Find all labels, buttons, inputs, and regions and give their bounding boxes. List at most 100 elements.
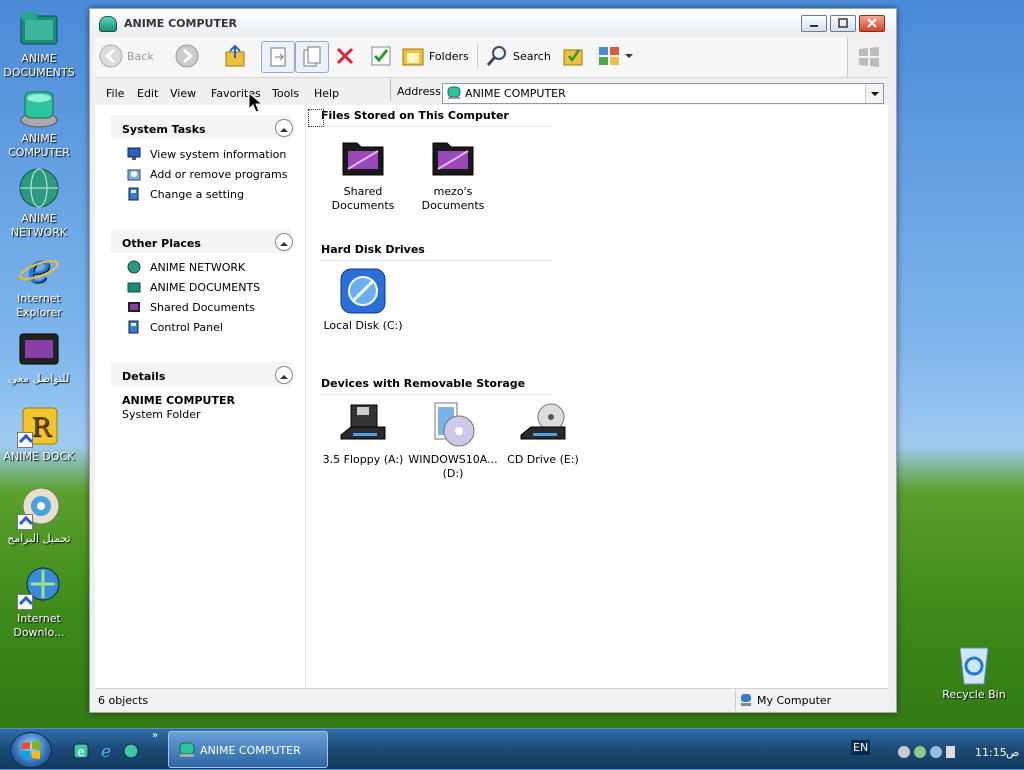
- system-tasks-header[interactable]: System Tasks: [111, 115, 293, 139]
- clock-time[interactable]: 11:15: [975, 746, 1007, 759]
- item-floppy-a[interactable]: 3.5 Floppy (A:): [318, 401, 408, 467]
- menu-view[interactable]: View: [170, 87, 196, 100]
- item-cd-drive-e[interactable]: CD Drive (E:): [498, 401, 588, 467]
- delete-button[interactable]: [333, 41, 361, 71]
- properties-button[interactable]: [369, 41, 397, 71]
- content-pane: Files Stored on This Computer Shared Doc…: [305, 105, 888, 688]
- collapse-chevron-icon[interactable]: [275, 119, 293, 137]
- menu-help[interactable]: Help: [314, 87, 339, 100]
- window-title: ANIME COMPUTER: [124, 17, 237, 30]
- windows-logo: [847, 37, 890, 77]
- status-bar: 6 objects My Computer: [95, 688, 889, 711]
- language-indicator[interactable]: EN: [851, 740, 871, 755]
- installer-cd-icon: [429, 401, 477, 449]
- collapse-chevron-icon[interactable]: [275, 366, 293, 384]
- item-dvd-d[interactable]: WINDOWS10A... (D:): [408, 401, 498, 481]
- address-bar[interactable]: ANIME COMPUTER: [442, 83, 884, 104]
- address-value: ANIME COMPUTER: [465, 87, 566, 100]
- menu-edit[interactable]: Edit: [137, 87, 158, 100]
- details-title: Details: [122, 370, 166, 383]
- mouse-cursor-icon: [248, 92, 264, 113]
- desktop-icon-recycle-bin[interactable]: Recycle Bin: [936, 642, 1012, 702]
- maximize-button[interactable]: [830, 15, 856, 32]
- desktop-icon-anime-documents[interactable]: ANIME DOCUMENTS: [1, 6, 77, 80]
- quicklaunch-app-icon[interactable]: e: [72, 742, 90, 760]
- status-separator: [735, 689, 736, 711]
- search-button[interactable]: Search: [485, 41, 551, 71]
- folders-button[interactable]: Folders: [401, 41, 469, 71]
- computer-icon: [179, 742, 195, 757]
- move-to-icon: [266, 45, 290, 69]
- taskbar: e e » ANIME COMPUTER EN 11:15 ص: [0, 728, 1024, 769]
- desktop-icon-label: ANIME DOCUMENTS: [3, 52, 75, 79]
- desktop-icon-anime-computer[interactable]: ANIME COMPUTER: [1, 86, 77, 160]
- back-label: Back: [127, 49, 154, 63]
- folders-icon: [401, 44, 425, 68]
- place-control-panel[interactable]: Control Panel: [127, 320, 223, 334]
- collapse-chevron-icon[interactable]: [275, 233, 293, 251]
- desktop-icon-internet-explorer[interactable]: e Internet Explorer: [1, 246, 77, 320]
- task-change-setting[interactable]: Change a setting: [127, 187, 244, 201]
- minimize-button[interactable]: [801, 15, 827, 32]
- internet-explorer-icon: e: [17, 246, 61, 292]
- desktop-icon-contact[interactable]: للتواصل معي: [1, 326, 77, 386]
- globe-icon: [127, 260, 141, 274]
- forward-button[interactable]: [175, 41, 203, 71]
- toolbar-separator: [477, 43, 478, 69]
- control-panel-icon: [128, 320, 139, 334]
- desktop-icon-label: Internet Downlo...: [13, 612, 65, 639]
- details-header[interactable]: Details: [111, 362, 293, 386]
- system-tray-icons[interactable]: [896, 743, 956, 761]
- folders-label: Folders: [429, 49, 469, 63]
- address-dropdown-button[interactable]: [865, 84, 883, 103]
- cd-drive-icon: [519, 401, 567, 449]
- close-button[interactable]: [859, 15, 885, 32]
- copy-to-icon: [300, 45, 324, 69]
- taskbar-button-label: ANIME COMPUTER: [200, 744, 301, 757]
- item-local-disk-c[interactable]: Local Disk (C:): [318, 267, 408, 333]
- folder-options-button[interactable]: [561, 41, 589, 71]
- details-type: System Folder: [122, 408, 201, 421]
- item-shared-documents[interactable]: Shared Documents: [318, 133, 408, 213]
- copy-to-button[interactable]: [295, 41, 329, 73]
- svg-text:e: e: [101, 742, 111, 760]
- desktop-icon-label: ANIME DOCK: [3, 450, 75, 463]
- quicklaunch-network-icon[interactable]: [122, 742, 140, 760]
- up-folder-button[interactable]: [223, 41, 251, 71]
- hard-disk-icon: [339, 267, 387, 315]
- dark-folder-icon: [128, 302, 140, 312]
- place-anime-network[interactable]: ANIME NETWORK: [127, 260, 245, 274]
- clock-ampm: ص: [1006, 746, 1020, 759]
- desktop-icon-internet-download[interactable]: Internet Downlo...: [1, 566, 77, 640]
- item-mezos-documents[interactable]: mezo's Documents: [408, 133, 498, 213]
- start-button[interactable]: [10, 732, 52, 768]
- menu-tools[interactable]: Tools: [272, 87, 299, 100]
- quicklaunch-chevron[interactable]: »: [152, 730, 158, 741]
- disks-section-title: Hard Disk Drives: [321, 243, 553, 261]
- taskbar-button-anime-computer[interactable]: ANIME COMPUTER: [168, 731, 328, 768]
- place-anime-documents[interactable]: ANIME DOCUMENTS: [127, 280, 260, 294]
- desktop-icon-label: تحميل البرامج: [7, 532, 71, 545]
- computer-icon: [447, 86, 461, 99]
- windows-flag-icon: [859, 47, 879, 67]
- desktop-icon-download-programs[interactable]: تحميل البرامج: [1, 486, 77, 546]
- other-places-header[interactable]: Other Places: [111, 229, 293, 253]
- back-button[interactable]: Back: [99, 41, 154, 71]
- task-view-system-info[interactable]: View system information: [127, 147, 286, 161]
- move-to-button[interactable]: [261, 41, 295, 73]
- quicklaunch-ie-icon[interactable]: e: [97, 742, 115, 760]
- desktop-icon-anime-network[interactable]: ANIME NETWORK: [1, 166, 77, 240]
- download-manager-icon: [17, 566, 61, 610]
- folder-check-icon: [561, 44, 585, 68]
- place-shared-documents[interactable]: Shared Documents: [127, 300, 255, 314]
- dark-folder-icon: [339, 133, 387, 181]
- task-add-remove-programs[interactable]: Add or remove programs: [127, 167, 288, 181]
- monitor-icon: [127, 147, 141, 160]
- desktop-icon-anime-dock[interactable]: R ANIME DOCK: [1, 404, 77, 464]
- views-button[interactable]: [597, 41, 633, 71]
- menu-bar: File Edit View Favorites Tools Help: [95, 78, 395, 102]
- menu-file[interactable]: File: [106, 87, 124, 100]
- computer-icon: [99, 16, 117, 32]
- title-bar[interactable]: ANIME COMPUTER: [90, 9, 896, 37]
- toolbar: Back Folders Search: [95, 37, 890, 78]
